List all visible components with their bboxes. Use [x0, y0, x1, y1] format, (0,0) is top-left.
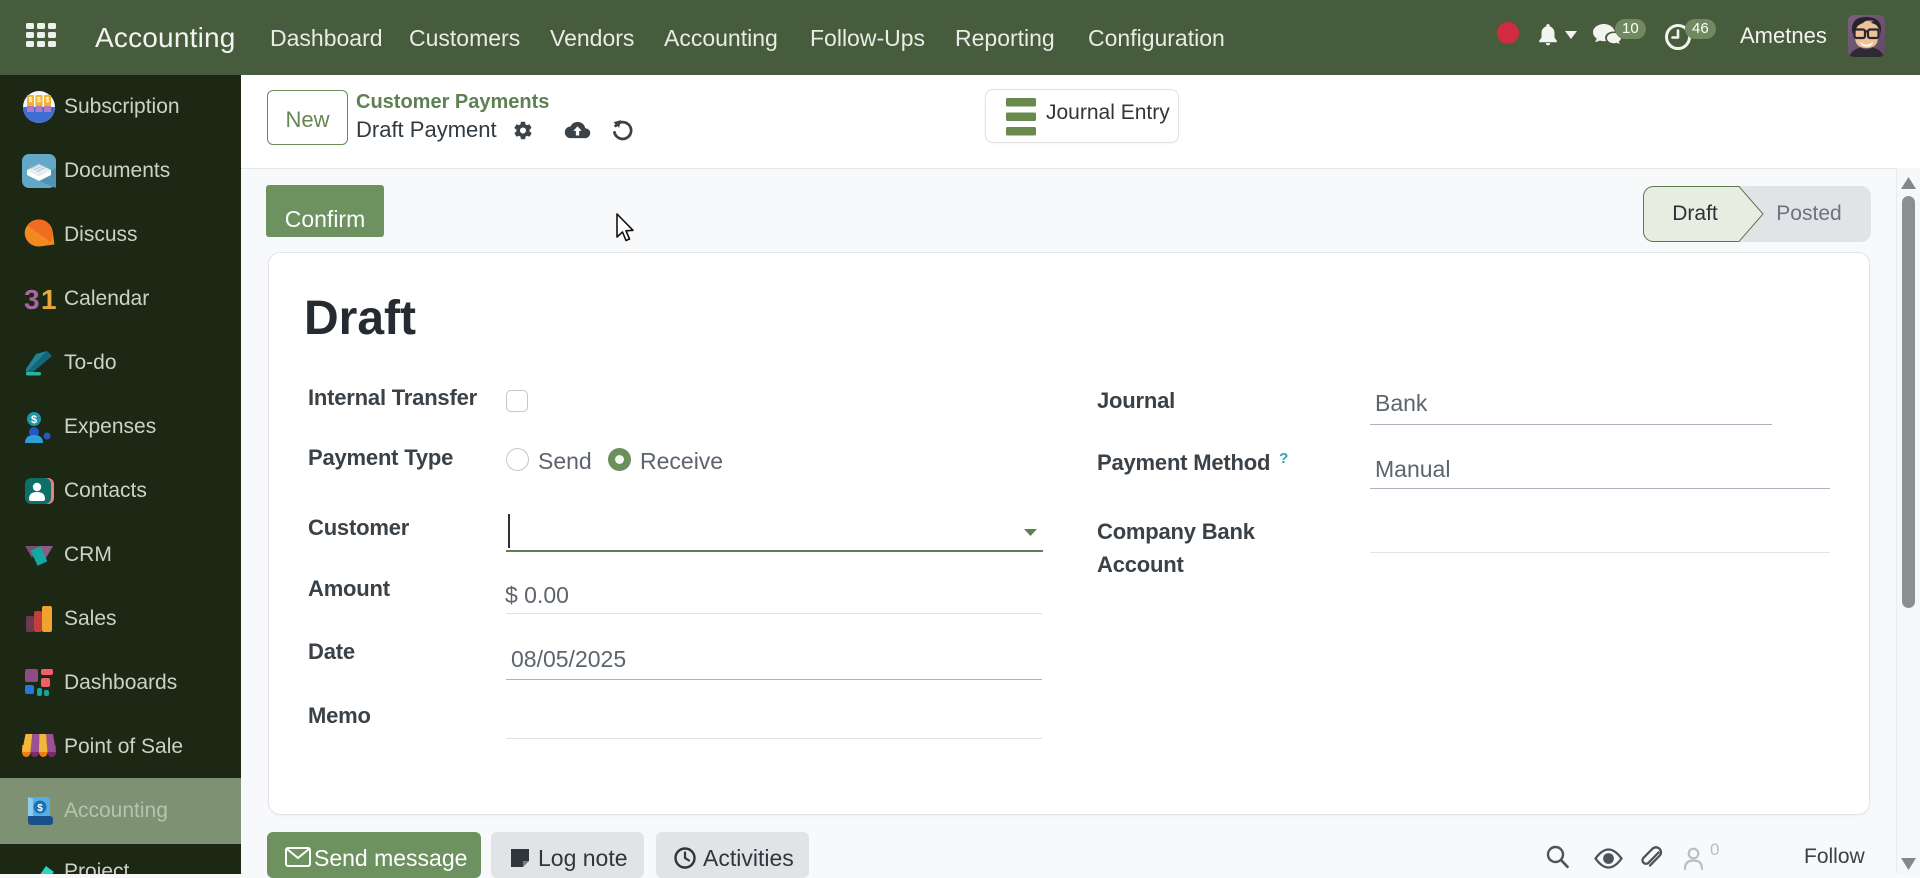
svg-text:$: $: [37, 803, 43, 814]
svg-text:$: $: [46, 97, 50, 104]
svg-text:1: 1: [41, 284, 56, 315]
svg-text:3: 3: [24, 284, 40, 315]
svg-text:$: $: [37, 97, 41, 104]
svg-text:$: $: [29, 97, 33, 104]
svg-text:$: $: [31, 414, 37, 426]
